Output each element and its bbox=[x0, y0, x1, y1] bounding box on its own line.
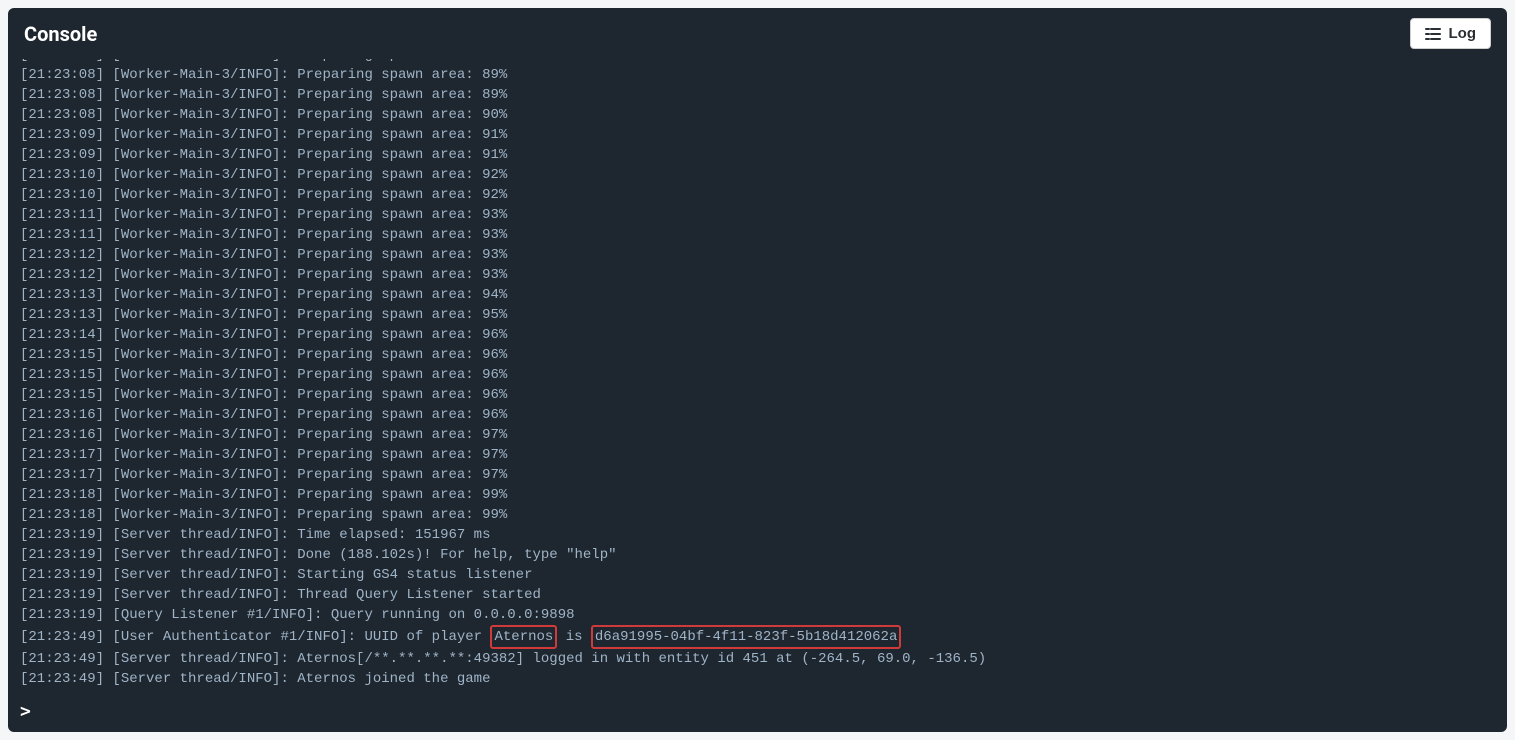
log-line: [21:23:17] [Worker-Main-3/INFO]: Prepari… bbox=[20, 465, 1495, 485]
log-line: [21:23:49] [Server thread/INFO]: Aternos… bbox=[20, 669, 1495, 689]
log-icon bbox=[1425, 27, 1441, 41]
log-line: [21:23:19] [Query Listener #1/INFO]: Que… bbox=[20, 605, 1495, 625]
log-line: [21:23:13] [Worker-Main-3/INFO]: Prepari… bbox=[20, 285, 1495, 305]
console-title: Console bbox=[24, 22, 97, 46]
log-line: [21:23:19] [Server thread/INFO]: Done (1… bbox=[20, 545, 1495, 565]
log-line: [21:23:16] [Worker-Main-3/INFO]: Prepari… bbox=[20, 405, 1495, 425]
log-line: [21:23:09] [Worker-Main-3/INFO]: Prepari… bbox=[20, 125, 1495, 145]
log-line: [21:23:18] [Worker-Main-3/INFO]: Prepari… bbox=[20, 485, 1495, 505]
console-header: Console Log bbox=[8, 8, 1507, 59]
log-line-uuid: [21:23:49] [User Authenticator #1/INFO]:… bbox=[20, 625, 1495, 649]
log-line: [21:23:15] [Worker-Main-3/INFO]: Prepari… bbox=[20, 365, 1495, 385]
log-line: [21:23:12] [Worker-Main-3/INFO]: Prepari… bbox=[20, 265, 1495, 285]
log-line: [21:23:15] [Worker-Main-3/INFO]: Prepari… bbox=[20, 345, 1495, 365]
log-line: [21:23:11] [Worker-Main-3/INFO]: Prepari… bbox=[20, 205, 1495, 225]
log-button-label: Log bbox=[1449, 25, 1477, 42]
log-line: [21:23:49] [Server thread/INFO]: Aternos… bbox=[20, 649, 1495, 669]
log-line: [21:23:19] [Server thread/INFO]: Thread … bbox=[20, 585, 1495, 605]
log-line: [21:23:16] [Worker-Main-3/INFO]: Prepari… bbox=[20, 425, 1495, 445]
log-line: [21:23:15] [Worker-Main-3/INFO]: Prepari… bbox=[20, 385, 1495, 405]
console-panel: Console Log [21:23:07] [Worker-Main-3/IN… bbox=[8, 8, 1507, 732]
log-line: [21:23:08] [Worker-Main-3/INFO]: Prepari… bbox=[20, 105, 1495, 125]
player-highlight: Aternos bbox=[490, 625, 557, 649]
log-line: [21:23:13] [Worker-Main-3/INFO]: Prepari… bbox=[20, 305, 1495, 325]
log-line: [21:23:19] [Server thread/INFO]: Startin… bbox=[20, 565, 1495, 585]
log-line: [21:23:12] [Worker-Main-3/INFO]: Prepari… bbox=[20, 245, 1495, 265]
log-line: [21:23:09] [Worker-Main-3/INFO]: Prepari… bbox=[20, 145, 1495, 165]
uuid-highlight: d6a91995-04bf-4f11-823f-5b18d412062a bbox=[591, 625, 901, 649]
uuid-prefix: [21:23:49] [User Authenticator #1/INFO]:… bbox=[20, 629, 490, 645]
log-line: [21:23:19] [Server thread/INFO]: Time el… bbox=[20, 525, 1495, 545]
uuid-middle: is bbox=[557, 629, 591, 645]
console-input[interactable] bbox=[39, 704, 1495, 720]
console-input-row: > bbox=[8, 695, 1507, 732]
log-line: [21:23:10] [Worker-Main-3/INFO]: Prepari… bbox=[20, 165, 1495, 185]
log-line: [21:23:18] [Worker-Main-3/INFO]: Prepari… bbox=[20, 505, 1495, 525]
prompt-chevron-icon: > bbox=[20, 701, 31, 722]
log-line: [21:23:17] [Worker-Main-3/INFO]: Prepari… bbox=[20, 445, 1495, 465]
log-line: [21:23:08] [Worker-Main-3/INFO]: Prepari… bbox=[20, 65, 1495, 85]
log-line: [21:23:11] [Worker-Main-3/INFO]: Prepari… bbox=[20, 225, 1495, 245]
log-line: [21:23:08] [Worker-Main-3/INFO]: Prepari… bbox=[20, 85, 1495, 105]
log-line: [21:23:10] [Worker-Main-3/INFO]: Prepari… bbox=[20, 185, 1495, 205]
log-line: [21:23:14] [Worker-Main-3/INFO]: Prepari… bbox=[20, 325, 1495, 345]
log-button[interactable]: Log bbox=[1410, 18, 1492, 49]
console-output[interactable]: [21:23:07] [Worker-Main-3/INFO]: Prepari… bbox=[8, 59, 1507, 695]
